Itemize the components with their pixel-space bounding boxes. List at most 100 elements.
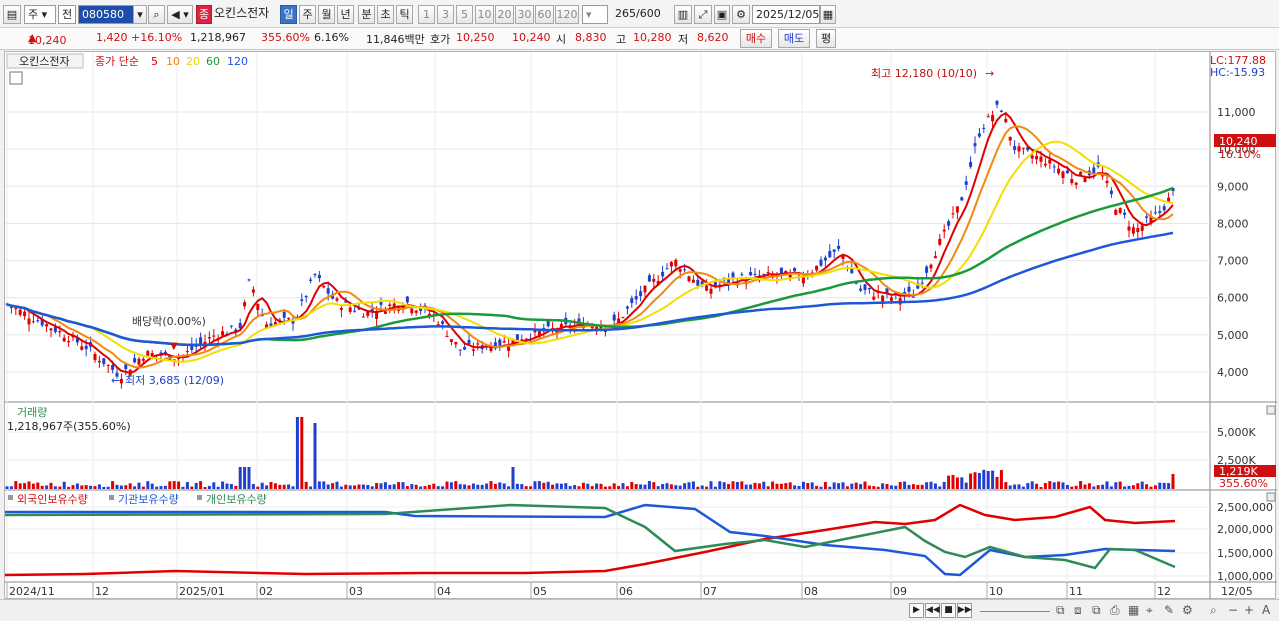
window-menu-icon[interactable]: ▤ <box>3 5 21 24</box>
volume-bar <box>1008 485 1012 489</box>
candle-body <box>410 308 414 314</box>
interval-5-button[interactable]: 5 <box>456 5 473 24</box>
volume-bar <box>278 484 282 489</box>
bottom-bar: ▶ ◀◀ ■ ▶▶ ⧉ ⧈ ⧉ ⎙ ▦ ⌖ ✎ ⚙ ⌕ − + A <box>0 599 1279 621</box>
date-input[interactable]: 2025/12/05 <box>752 5 820 24</box>
candle-body <box>801 277 805 284</box>
candle-body <box>779 267 783 274</box>
volume-bar <box>14 481 18 489</box>
volume-bar <box>964 482 968 489</box>
scroll-right-button[interactable]: ▶ <box>909 603 924 618</box>
zoom-in-icon[interactable]: + <box>1244 603 1254 617</box>
chart-area[interactable]: 11,000 10,000 9,000 8,000 7,000 6,000 5,000 4,0… <box>4 51 1277 600</box>
interval-30-button[interactable]: 30 <box>515 5 534 24</box>
volume-bar <box>872 486 876 489</box>
candle-body <box>1145 216 1149 218</box>
last-button[interactable]: ▶▶ <box>957 603 972 618</box>
volume-bar <box>810 482 814 489</box>
holding-collapse-icon[interactable] <box>1266 492 1276 502</box>
interval-custom-select[interactable]: ▾ <box>582 5 608 24</box>
candle-body <box>441 321 445 324</box>
tools-icon[interactable]: ✎ <box>1164 603 1174 617</box>
interval-60-button[interactable]: 60 <box>535 5 554 24</box>
indicator-icon[interactable]: ⤢ <box>694 5 712 24</box>
zoom-out-icon[interactable]: − <box>1228 603 1238 617</box>
period-tick-button[interactable]: 틱 <box>396 5 413 24</box>
volume-bar <box>322 481 326 489</box>
search-icon[interactable]: ⌕ <box>148 5 165 24</box>
period-second-button[interactable]: 초 <box>377 5 394 24</box>
cursor-icon[interactable]: ⌖ <box>1146 603 1153 618</box>
period-week-button[interactable]: 주 <box>299 5 316 24</box>
holding-tick-label: 1,500,000 <box>1217 547 1273 560</box>
volume-bar <box>832 482 836 489</box>
candle-body <box>621 317 625 319</box>
candle-body <box>309 279 313 281</box>
candle-body <box>999 110 1003 112</box>
count-display[interactable]: 265/600 <box>612 5 668 24</box>
interval-3-button[interactable]: 3 <box>437 5 454 24</box>
gear-icon[interactable]: ⚙ <box>732 5 750 24</box>
settings-icon[interactable]: ⚙ <box>1182 603 1193 617</box>
volume-bar <box>141 486 145 489</box>
interval-1-button[interactable]: 1 <box>418 5 435 24</box>
period-day-button[interactable]: 일 <box>280 5 297 24</box>
period-minute-button[interactable]: 분 <box>358 5 375 24</box>
candle-body <box>793 267 797 272</box>
period-year-button[interactable]: 년 <box>337 5 354 24</box>
dividend-arrow-icon: ▼ <box>170 341 178 352</box>
volume-bar <box>1043 483 1047 489</box>
volume-bar <box>177 481 181 489</box>
eval-button[interactable]: 평 <box>816 29 836 48</box>
zoom-slider[interactable] <box>980 602 1050 612</box>
candle-body <box>212 335 216 337</box>
stop-button[interactable]: ■ <box>941 603 956 618</box>
print-icon[interactable]: ⎙ <box>1110 603 1120 618</box>
first-button[interactable]: ◀◀ <box>925 603 940 618</box>
candle-body <box>625 306 629 309</box>
volume-bar <box>1105 481 1109 489</box>
ma20-legend: 20 <box>186 55 200 68</box>
market-select[interactable]: 전 <box>58 5 76 24</box>
layout-icon[interactable]: ⧉ <box>1056 603 1065 618</box>
x-tick-label: 03 <box>349 585 363 598</box>
copy-icon[interactable]: ⧉ <box>1092 603 1101 618</box>
candle-body <box>287 317 291 320</box>
candle-body <box>326 288 330 294</box>
table-icon[interactable] <box>9 71 23 85</box>
volume-bar <box>1061 482 1065 489</box>
interval-20-button[interactable]: 20 <box>495 5 514 24</box>
volume-collapse-icon[interactable] <box>1266 405 1276 415</box>
volume-bar <box>881 483 885 489</box>
volume-bar <box>691 481 695 489</box>
zoom-search-icon[interactable]: ⌕ <box>1210 603 1217 618</box>
volume-bar <box>128 483 132 489</box>
candle-type-icon[interactable]: ▥ <box>674 5 692 24</box>
axis-a-icon[interactable]: A <box>1262 603 1270 617</box>
candle-body <box>683 269 687 271</box>
grid-icon[interactable]: ▦ <box>1128 603 1139 617</box>
volume-bar <box>828 486 832 489</box>
code-dropdown-icon[interactable]: ▾ <box>133 5 147 24</box>
volume-bar <box>1026 483 1030 489</box>
sell-button[interactable]: 매도 <box>778 29 810 48</box>
volume-bar <box>1109 486 1113 489</box>
split-icon[interactable]: ⧈ <box>1074 603 1082 618</box>
type-select[interactable]: 주 ▾ <box>24 5 56 24</box>
calendar-icon[interactable]: ▦ <box>820 5 836 24</box>
candle-body <box>964 181 968 185</box>
buy-button[interactable]: 매수 <box>740 29 772 48</box>
volume-bar <box>419 486 423 489</box>
volume-bar <box>454 481 458 489</box>
interval-120-button[interactable]: 120 <box>555 5 579 24</box>
speaker-icon[interactable]: ◀ ▾ <box>167 5 193 24</box>
candle-body <box>247 279 251 281</box>
candle-body <box>1057 168 1061 174</box>
interval-10-button[interactable]: 10 <box>475 5 494 24</box>
candle-body <box>97 360 101 363</box>
volume-bar <box>753 482 757 489</box>
period-month-button[interactable]: 월 <box>318 5 335 24</box>
volume-bar <box>793 485 797 489</box>
save-icon[interactable]: ▣ <box>714 5 730 24</box>
volume-bar <box>441 486 445 489</box>
